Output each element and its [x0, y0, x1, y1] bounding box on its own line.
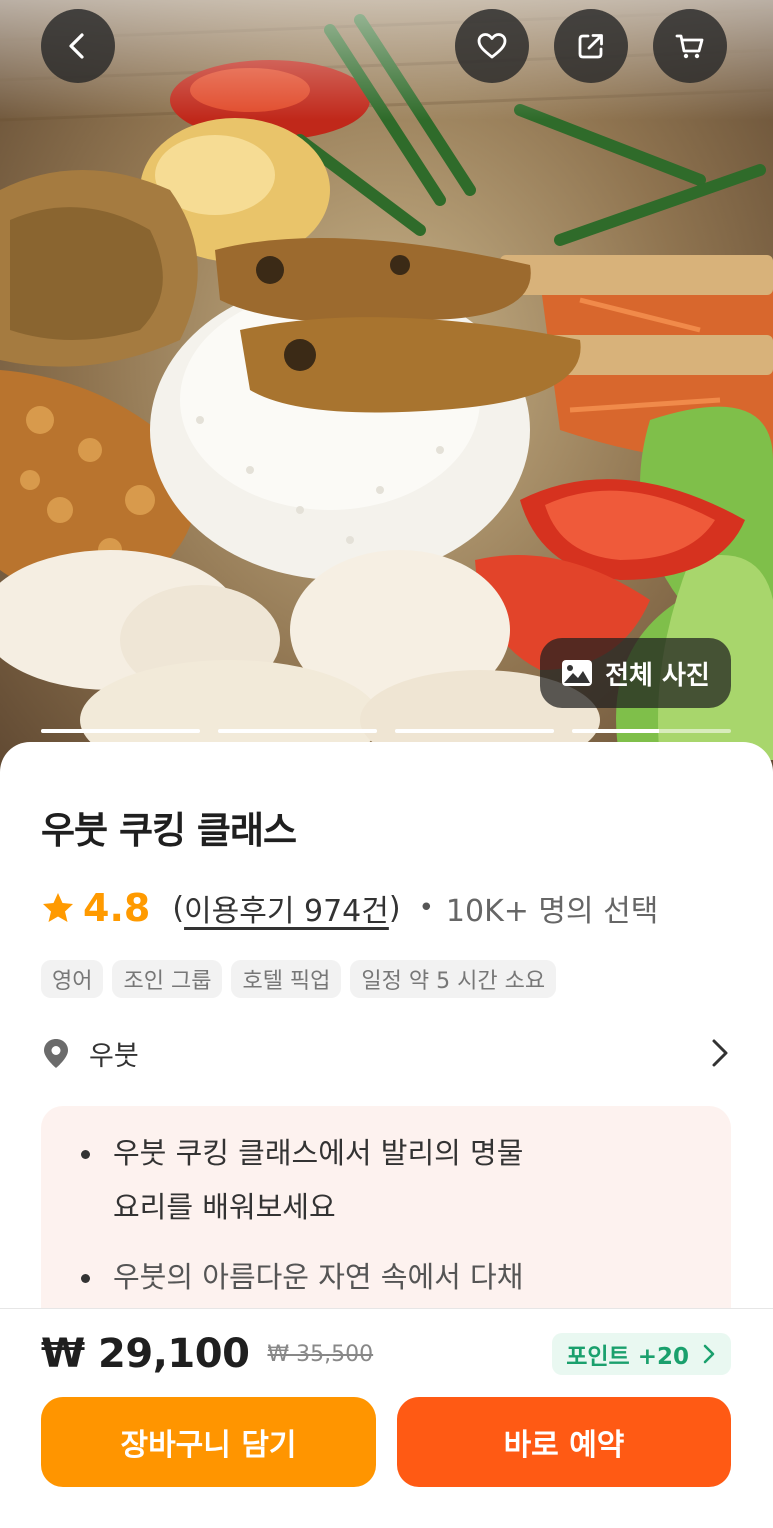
share-button[interactable] [554, 9, 628, 83]
chevron-right-icon [712, 1039, 728, 1067]
photo-indicator [395, 729, 554, 733]
all-photos-button[interactable]: 전체 사진 [540, 638, 731, 708]
rating-score: 4.8 [83, 886, 151, 930]
add-to-cart-button[interactable]: 장바구니 담기 [41, 1397, 376, 1487]
rating-row: 4.8 ( 이용후기 974건 ) • 10K+ 명의 선택 [41, 884, 658, 932]
purchase-bar: ₩ 29,100 ₩ 35,500 포인트 +20 장바구니 담기 바로 예약 [0, 1308, 773, 1528]
points-label: 포인트 +20 [566, 1344, 689, 1370]
back-button[interactable] [41, 9, 115, 83]
highlight-item: 우붓의 아름다운 자연 속에서 다채 [81, 1250, 701, 1304]
sale-price: ₩ 29,100 [41, 1331, 250, 1377]
wishlist-button[interactable] [455, 9, 529, 83]
book-now-button[interactable]: 바로 예약 [397, 1397, 731, 1487]
chevron-right-icon [703, 1344, 715, 1364]
tag-list: 영어 조인 그룹 호텔 픽업 일정 약 5 시간 소요 [41, 960, 557, 998]
highlight-line: 요리를 배워보세요 [113, 1190, 336, 1224]
highlight-line: 우붓 쿠킹 클래스에서 발리의 명물 [113, 1136, 524, 1170]
reviews-close-paren: ) [388, 890, 401, 926]
cart-icon [675, 34, 704, 59]
share-icon [578, 34, 603, 59]
price-row: ₩ 29,100 ₩ 35,500 포인트 +20 [41, 1331, 731, 1377]
highlight-line: 우붓의 아름다운 자연 속에서 다채 [113, 1260, 524, 1294]
reviews-open-paren: ( [172, 890, 185, 926]
hero-photo[interactable]: 전체 사진 [0, 0, 773, 800]
location-text: 우붓 [89, 1040, 139, 1072]
heart-icon [477, 33, 507, 59]
photo-indicator [218, 729, 377, 733]
tag-pickup: 호텔 픽업 [231, 960, 342, 998]
tag-group: 조인 그룹 [112, 960, 223, 998]
reviews-link[interactable]: 이용후기 974건 [184, 886, 389, 930]
location-row[interactable]: 우붓 [41, 1028, 731, 1078]
product-title: 우붓 쿠킹 클래스 [41, 809, 297, 852]
all-photos-label: 전체 사진 [605, 660, 710, 691]
photo-indicators [41, 729, 731, 733]
separator-dot: • [418, 893, 434, 923]
photo-indicator-current [572, 729, 731, 733]
photo-indicator [41, 729, 200, 733]
points-badge[interactable]: 포인트 +20 [552, 1333, 731, 1375]
cart-button[interactable] [653, 9, 727, 83]
image-icon [562, 660, 593, 686]
tag-duration: 일정 약 5 시간 소요 [350, 960, 557, 998]
location-pin-icon [44, 1039, 68, 1068]
star-icon [43, 893, 73, 922]
chevron-left-icon [69, 33, 84, 59]
product-detail-sheet: 우붓 쿠킹 클래스 4.8 ( 이용후기 974건 ) • 10K+ 명의 선택… [0, 742, 773, 1356]
tag-language: 영어 [41, 960, 104, 998]
chosen-count: 10K+ 명의 선택 [445, 894, 659, 929]
highlight-item: 우붓 쿠킹 클래스에서 발리의 명물 요리를 배워보세요 [81, 1126, 701, 1234]
original-price: ₩ 35,500 [267, 1341, 374, 1367]
